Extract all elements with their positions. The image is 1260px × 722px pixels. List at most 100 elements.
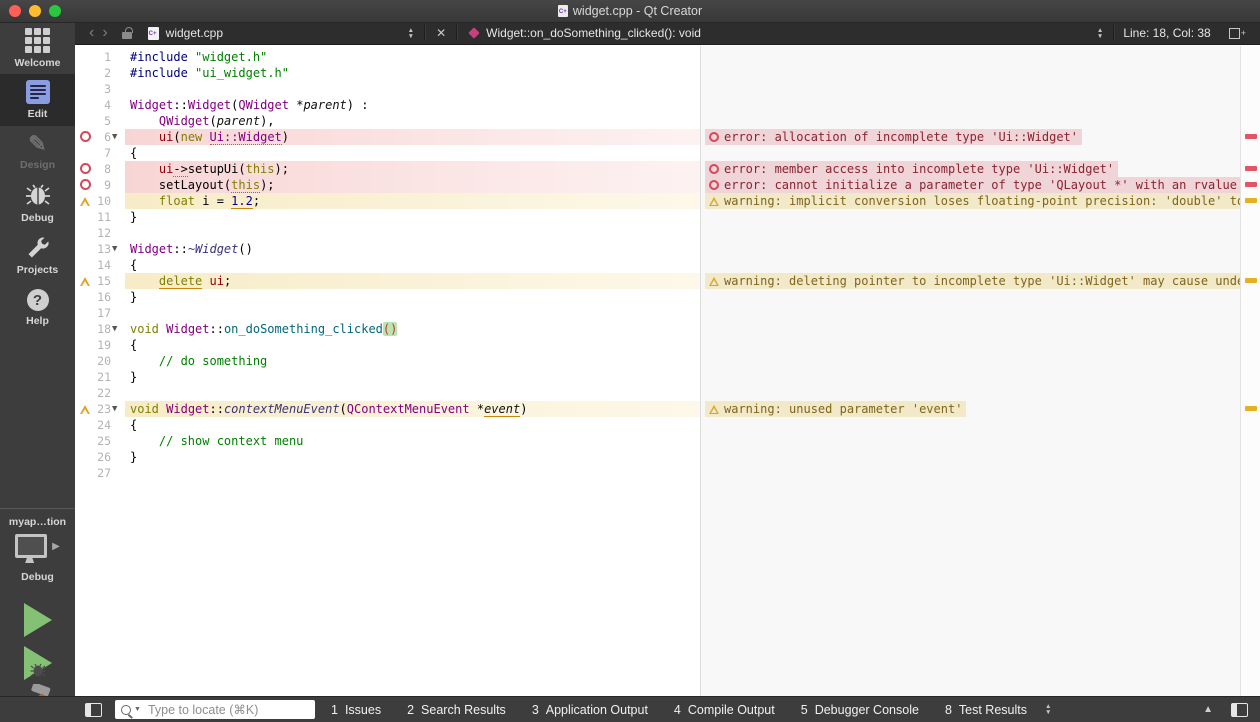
pane-label: Search Results — [421, 703, 506, 717]
title-bar: widget.cpp - Qt Creator — [0, 0, 1260, 23]
output-pane-debugger-console[interactable]: 5Debugger Console — [801, 703, 919, 717]
warning-triangle-icon[interactable] — [80, 275, 90, 289]
pane-label: Issues — [345, 703, 381, 717]
code-line[interactable]: 19{ — [75, 337, 1260, 353]
error-ring-icon[interactable] — [80, 163, 91, 177]
output-pane-test-results[interactable]: 8Test Results — [945, 703, 1027, 717]
code-line[interactable]: 26} — [75, 449, 1260, 465]
fold-marker-icon[interactable]: ▼ — [112, 401, 117, 417]
close-document-button[interactable]: ✕ — [432, 26, 450, 40]
code-line[interactable]: 25 // show context menu — [75, 433, 1260, 449]
warning-triangle-icon — [709, 405, 719, 414]
annotation-text: warning: deleting pointer to incomplete … — [724, 273, 1240, 289]
scrollbar-mark-warning — [1245, 198, 1257, 203]
output-pane-application-output[interactable]: 3 Application Output — [532, 703, 648, 717]
sidebar-item-projects[interactable]: Projects — [0, 230, 75, 282]
code-line[interactable]: 4Widget::Widget(QWidget *parent) : — [75, 97, 1260, 113]
sidebar-item-edit[interactable]: Edit — [0, 74, 75, 126]
output-pane-search-results[interactable]: 2Search Results — [407, 703, 506, 717]
search-icon — [121, 705, 131, 715]
code-line[interactable]: 24{ — [75, 417, 1260, 433]
welcome-grid-icon — [25, 28, 50, 53]
sidebar-item-design: ✎Design — [0, 126, 75, 178]
back-button[interactable]: ‹ — [85, 23, 98, 43]
code-text: { — [130, 145, 137, 161]
code-line[interactable]: 5 QWidget(parent), — [75, 113, 1260, 129]
code-line[interactable]: 22 — [75, 385, 1260, 401]
error-ring-icon[interactable] — [80, 131, 91, 145]
toggle-left-sidebar-button[interactable] — [85, 703, 102, 717]
open-document-selector[interactable]: widget.cpp — [166, 26, 404, 40]
locator[interactable]: ▼ — [115, 700, 315, 719]
editor-toolbar: ‹ › widget.cpp ▲▼ ✕ Widget::on_doSomethi… — [75, 22, 1260, 45]
annotation-text: warning: implicit conversion loses float… — [724, 193, 1240, 209]
error-ring-icon[interactable] — [80, 179, 91, 193]
sidebar-item-welcome[interactable]: Welcome — [0, 22, 75, 74]
fold-marker-icon[interactable]: ▼ — [112, 129, 117, 145]
warning-triangle-icon[interactable] — [80, 403, 90, 417]
cursor-position-label: Line: 18, Col: 38 — [1121, 26, 1214, 40]
code-line[interactable]: 27 — [75, 465, 1260, 481]
code-line[interactable]: 7{ — [75, 145, 1260, 161]
sidebar-item-help[interactable]: ?Help — [0, 282, 75, 334]
symbol-dropdown-arrows-icon[interactable]: ▲▼ — [1093, 28, 1107, 39]
document-dropdown-arrows-icon[interactable]: ▲▼ — [404, 28, 418, 39]
kit-selector[interactable]: ▶ — [0, 534, 75, 558]
sidebar-divider — [0, 508, 75, 509]
search-options-caret-icon: ▼ — [134, 706, 141, 713]
error-ring-icon — [709, 164, 719, 174]
toggle-right-sidebar-button[interactable] — [1231, 703, 1248, 717]
pane-label: Debugger Console — [815, 703, 919, 717]
locator-input[interactable] — [146, 702, 309, 718]
code-text: #include "ui_widget.h" — [130, 65, 289, 81]
code-text: { — [130, 417, 137, 433]
error-ring-icon — [709, 180, 719, 190]
code-line[interactable]: 18▼void Widget::on_doSomething_clicked() — [75, 321, 1260, 337]
code-line[interactable]: 21} — [75, 369, 1260, 385]
pencil-icon: ✎ — [28, 133, 46, 155]
pane-number: 3 — [532, 703, 539, 717]
code-editor[interactable]: 1#include "widget.h"2 #include "ui_widget… — [75, 46, 1260, 697]
code-line[interactable]: 17 — [75, 305, 1260, 321]
code-line[interactable]: 14 { — [75, 257, 1260, 273]
code-line[interactable]: 13▼Widget::~Widget() — [75, 241, 1260, 257]
warning-triangle-icon[interactable] — [80, 195, 90, 209]
line-number: 2 — [83, 65, 111, 81]
toolbar-separator — [1113, 25, 1115, 41]
forward-button[interactable]: › — [98, 23, 111, 43]
output-pane-issues[interactable]: 1Issues — [331, 703, 381, 717]
toolbar-separator — [424, 25, 426, 41]
code-text: setLayout(this); — [130, 177, 275, 193]
annotation-text: error: member access into incomplete typ… — [724, 161, 1114, 177]
output-pane-arrows-icon[interactable]: ▲▼ — [1041, 704, 1055, 715]
split-editor-button[interactable]: + — [1229, 28, 1246, 39]
symbol-icon — [468, 27, 479, 38]
code-line[interactable]: 23▼void Widget::contextMenuEvent(QContex… — [75, 401, 1260, 417]
code-line[interactable]: 2 #include "ui_widget.h" — [75, 65, 1260, 81]
sidebar-item-debug[interactable]: Debug — [0, 178, 75, 230]
fold-marker-icon[interactable]: ▼ — [112, 321, 117, 337]
code-line[interactable]: 11} — [75, 209, 1260, 225]
code-line[interactable]: 1#include "widget.h" — [75, 49, 1260, 65]
symbol-selector[interactable]: Widget::on_doSomething_clicked(): void — [486, 26, 1093, 40]
line-number: 18 — [83, 321, 111, 337]
code-text: } — [130, 209, 137, 225]
run-button[interactable] — [24, 603, 52, 637]
scrollbar-mark-warning — [1245, 406, 1257, 411]
code-line[interactable]: 3 — [75, 81, 1260, 97]
question-icon: ? — [27, 289, 49, 311]
fold-marker-icon[interactable]: ▼ — [112, 241, 117, 257]
line-number: 14 — [83, 257, 111, 273]
debug-bug-overlay-icon — [30, 663, 46, 678]
code-text: { — [130, 257, 137, 273]
code-line[interactable]: 16} — [75, 289, 1260, 305]
code-text: } — [130, 449, 137, 465]
code-line[interactable]: 20 // do something — [75, 353, 1260, 369]
code-line[interactable]: 6▼ ui(new Ui::Widget) — [75, 129, 1260, 145]
line-number: 22 — [83, 385, 111, 401]
chevron-right-icon: ▶ — [52, 541, 60, 552]
code-line[interactable]: 12 — [75, 225, 1260, 241]
maximize-output-pane-button[interactable]: ▲ — [1203, 704, 1213, 715]
output-pane-compile-output[interactable]: 4Compile Output — [674, 703, 775, 717]
pane-label: Application Output — [546, 703, 648, 717]
